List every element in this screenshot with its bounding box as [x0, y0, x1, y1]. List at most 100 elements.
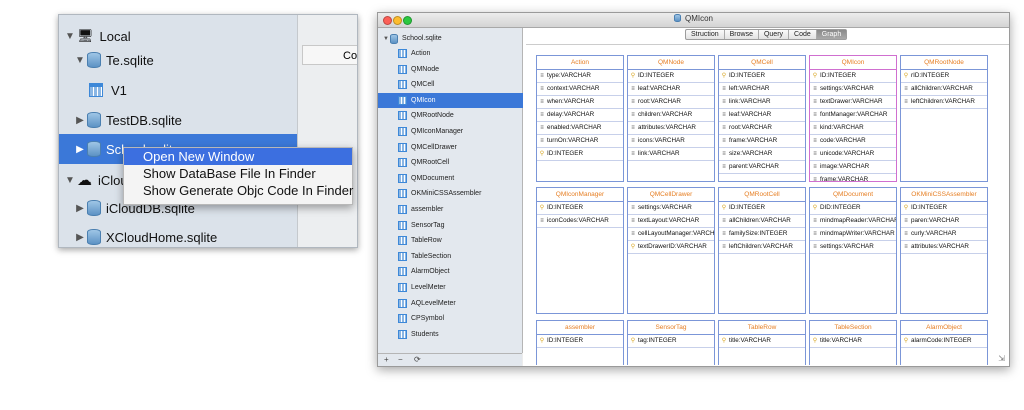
table-icon — [398, 142, 407, 152]
sidebar-table-item[interactable]: AlarmObject0 — [378, 264, 542, 279]
tree-item-label: Local — [99, 28, 131, 44]
menu-item-show-database-file[interactable]: Show DataBase File In Finder — [124, 165, 352, 182]
table-icon — [398, 80, 407, 90]
entity-box[interactable]: QMCellDrawer ≡ settings:VARCHAR ≡ textLayout… — [627, 187, 715, 314]
refresh-button[interactable]: ⟳ — [414, 355, 421, 364]
table-icon — [398, 111, 407, 121]
entity-box[interactable]: Action ≡ type:VARCHAR ≡ context:VARCHAR ≡ when… — [536, 55, 624, 182]
entity-title: AlarmObject — [901, 321, 987, 335]
entity-field: ⚲ ID:INTEGER — [719, 70, 805, 83]
table-name: QMIcon — [411, 96, 436, 104]
tree-item[interactable]: ▶ XCloudHome.sqlite — [59, 222, 309, 247]
tab-struction[interactable]: Struction — [686, 30, 725, 39]
disclosure-collapsed-icon[interactable]: ▶ — [73, 203, 87, 214]
entity-box[interactable]: QMRootNode ⚲ rID:INTEGER ≡ allChildren:VARCH… — [900, 55, 988, 182]
menu-item-show-generated-code[interactable]: Show Generate Objc Code In Finder — [124, 182, 353, 199]
tree-item[interactable]: V10 — [59, 75, 325, 105]
entity-field: ≡ turnOn:VARCHAR — [537, 135, 623, 148]
entity-box[interactable]: QMDocument ⚲ DID:INTEGER ≡ mindmapReader:VAR… — [809, 187, 897, 314]
menu-item-open-new-window[interactable]: Open New Window — [124, 148, 352, 165]
sidebar-table-item[interactable]: Students11 — [378, 327, 542, 342]
field-label: context:VARCHAR — [547, 85, 600, 92]
sidebar-table-item[interactable]: QMDocument0 — [378, 171, 542, 186]
table-name: AQLevelMeter — [411, 299, 456, 307]
table-icon — [398, 267, 407, 277]
field-icon: ≡ — [813, 164, 817, 170]
remove-button[interactable]: − — [398, 355, 403, 364]
entity-title: QMIcon — [810, 56, 896, 70]
sidebar-table-item[interactable]: QMCellDrawer10 — [378, 140, 542, 155]
table-icon — [398, 220, 407, 230]
table-name: OKMiniCSSAssembler — [411, 190, 482, 198]
table-name: QMCell — [411, 81, 435, 89]
sidebar-table-item[interactable]: QMNode10 — [378, 62, 542, 77]
field-label: when:VARCHAR — [547, 98, 595, 105]
disclosure-expanded-icon[interactable]: ▼ — [63, 175, 77, 186]
entity-field: ≡ code:VARCHAR — [810, 135, 896, 148]
disclosure-expanded-icon[interactable]: ▼ — [382, 36, 390, 42]
entity-box[interactable]: OKMiniCSSAssembler ⚲ ID:INTEGER ≡ paren:VARC… — [900, 187, 988, 314]
disclosure-expanded-icon[interactable]: ▼ — [73, 55, 87, 66]
field-label: ID:INTEGER — [729, 204, 766, 211]
tree-item[interactable]: ▼ Te.sqlite — [59, 45, 309, 75]
disclosure-collapsed-icon[interactable]: ▶ — [73, 232, 87, 243]
field-icon: ≡ — [631, 86, 635, 92]
tree-item[interactable]: ▶ TestDB.sqlite — [59, 105, 309, 135]
sidebar-table-item[interactable]: AQLevelMeter0 — [378, 296, 542, 311]
entity-box[interactable]: QMIconManager ⚲ ID:INTEGER ≡ iconCodes:VARCH… — [536, 187, 624, 314]
entity-field: ≡cellLayoutManager:VARCHAR — [628, 228, 714, 241]
field-icon: ≡ — [813, 112, 817, 118]
field-icon: ≡ — [722, 125, 726, 131]
sidebar-table-item[interactable]: TableRow0 — [378, 233, 542, 248]
entity-box[interactable]: AlarmObject ⚲ alarmCode:INTEGER — [900, 320, 988, 365]
field-icon: ≡ — [631, 151, 635, 157]
field-icon: ≡ — [904, 86, 908, 92]
tab-browse[interactable]: Browse — [725, 30, 759, 39]
sidebar-table-item[interactable]: Action10 — [378, 46, 542, 61]
sidebar-table-item[interactable]: TableSection0 — [378, 249, 542, 264]
entity-box[interactable]: QMCell ⚲ ID:INTEGER ≡ left:VARCHAR ≡ link:VARC… — [718, 55, 806, 182]
entity-box[interactable]: QMRootCell ⚲ ID:INTEGER ≡ allChildren:VARCHA… — [718, 187, 806, 314]
entity-box[interactable]: QMNode ⚲ ID:INTEGER ≡ leaf:VARCHAR ≡ root:VARC… — [627, 55, 715, 182]
field-label: textDrawer:VARCHAR — [820, 98, 883, 105]
sidebar-table-item[interactable]: assembler0 — [378, 202, 542, 217]
entity-field: ≡ allChildren:VARCHAR — [719, 215, 805, 228]
entity-box[interactable]: QMIcon ⚲ ID:INTEGER ≡ settings:VARCHAR ≡ textD… — [809, 55, 897, 182]
resize-icon[interactable]: ⇲ — [998, 354, 1005, 363]
database-node[interactable]: ▼ School.sqlite — [378, 31, 526, 46]
entity-field: ≡ size:VARCHAR — [719, 148, 805, 161]
field-label: title:VARCHAR — [729, 337, 771, 344]
entity-box[interactable]: SensorTag ⚲ tag:INTEGER — [627, 320, 715, 365]
sidebar-table-item[interactable]: QMRootCell10 — [378, 155, 542, 170]
graph-canvas[interactable]: Action ≡ type:VARCHAR ≡ context:VARCHAR ≡ when… — [526, 44, 1009, 365]
sidebar-table-item[interactable]: QMRootNode10 — [378, 108, 542, 123]
sidebar-table-item[interactable]: SensorTag0 — [378, 218, 542, 233]
sidebar-table-item[interactable]: LevelMeter0 — [378, 280, 542, 295]
sidebar-table-item[interactable]: OKMiniCSSAssembler0 — [378, 186, 542, 201]
sidebar-table-item[interactable]: QMCell10 — [378, 77, 542, 92]
window-title: QMIcon — [378, 14, 1009, 23]
entity-title: QMRootNode — [901, 56, 987, 70]
field-label: ID:INTEGER — [547, 204, 584, 211]
field-label: icons:VARCHAR — [638, 137, 685, 144]
disclosure-collapsed-icon[interactable]: ▶ — [73, 115, 87, 126]
entity-box[interactable]: assembler ⚲ ID:INTEGER — [536, 320, 624, 365]
sidebar-footer: + − ⟳ — [378, 353, 522, 366]
tab-graph[interactable]: Graph — [816, 30, 847, 39]
add-button[interactable]: + — [384, 355, 389, 364]
entity-field: ⚲ ID:INTEGER — [719, 202, 805, 215]
sidebar-table-item[interactable]: QMIconManager10 — [378, 124, 542, 139]
sidebar-table-item[interactable]: CPSymbol2 — [378, 311, 542, 326]
sidebar-table-item[interactable]: QMIcon10 — [378, 92, 542, 108]
entity-title: SensorTag — [628, 321, 714, 335]
disclosure-collapsed-icon[interactable]: ▶ — [73, 144, 87, 155]
entity-box[interactable]: TableRow ⚲ title:VARCHAR — [718, 320, 806, 365]
entity-box[interactable]: TableSection ⚲ title:VARCHAR — [809, 320, 897, 365]
tab-code[interactable]: Code — [789, 30, 817, 39]
tab-query[interactable]: Query — [759, 30, 790, 39]
disclosure-expanded-icon[interactable]: ▼ — [63, 31, 77, 42]
table-icon — [398, 251, 407, 261]
entity-field: ≡ enabled:VARCHAR — [537, 122, 623, 135]
entity-field: ≡ mindmapWriter:VARCHAR — [810, 228, 896, 241]
field-label: ID:INTEGER — [547, 150, 584, 157]
